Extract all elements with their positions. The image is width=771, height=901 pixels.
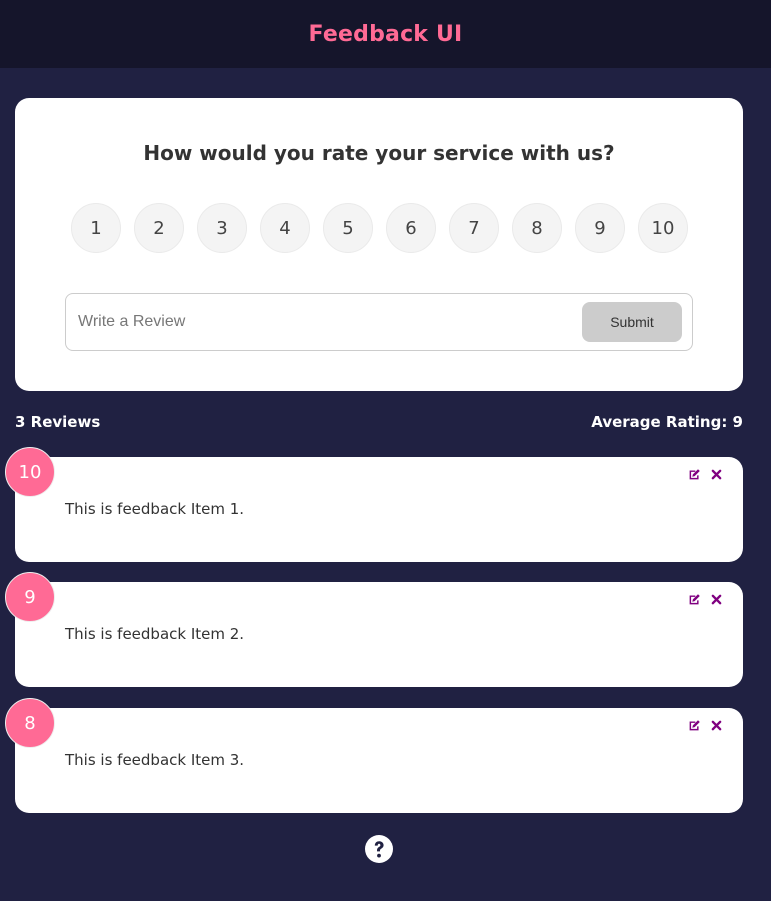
edit-icon[interactable]: [687, 592, 701, 606]
feedback-item: 9 This is feedback Item 2.: [5, 572, 743, 687]
close-icon[interactable]: [709, 718, 723, 732]
rating-option-4[interactable]: 4: [260, 203, 310, 253]
rating-question: How would you rate your service with us?: [143, 141, 615, 165]
submit-button[interactable]: Submit: [582, 302, 682, 342]
stats-row: 3 Reviews Average Rating: 9: [15, 413, 743, 431]
close-icon[interactable]: [709, 467, 723, 481]
feedback-text: This is feedback Item 3.: [65, 751, 245, 769]
rating-option-7[interactable]: 7: [449, 203, 499, 253]
rating-option-9[interactable]: 9: [575, 203, 625, 253]
rating-option-5[interactable]: 5: [323, 203, 373, 253]
edit-icon[interactable]: [687, 718, 701, 732]
close-icon[interactable]: [709, 592, 723, 606]
rating-card: How would you rate your service with us?…: [15, 98, 743, 391]
rating-options: 1 2 3 4 5 6 7 8 9 10: [71, 203, 688, 253]
rating-option-3[interactable]: 3: [197, 203, 247, 253]
review-input[interactable]: [76, 312, 582, 332]
rating-badge: 10: [5, 447, 55, 497]
question-circle-icon[interactable]: [364, 834, 394, 864]
rating-badge: 8: [5, 698, 55, 748]
rating-option-10[interactable]: 10: [638, 203, 688, 253]
item-actions: [687, 592, 723, 606]
rating-badge: 9: [5, 572, 55, 622]
item-actions: [687, 718, 723, 732]
app-title: Feedback UI: [308, 21, 463, 47]
feedback-text: This is feedback Item 1.: [65, 500, 245, 518]
average-rating: Average Rating: 9: [591, 413, 743, 431]
edit-icon[interactable]: [687, 467, 701, 481]
feedback-item: 8 This is feedback Item 3.: [5, 698, 743, 813]
rating-option-6[interactable]: 6: [386, 203, 436, 253]
rating-option-8[interactable]: 8: [512, 203, 562, 253]
feedback-item: 10 This is feedback Item 1.: [5, 447, 743, 562]
app-header: Feedback UI: [0, 0, 771, 68]
review-count: 3 Reviews: [15, 413, 101, 431]
feedback-text: This is feedback Item 2.: [65, 625, 245, 643]
rating-option-1[interactable]: 1: [71, 203, 121, 253]
rating-option-2[interactable]: 2: [134, 203, 184, 253]
item-actions: [687, 467, 723, 481]
review-input-group: Submit: [65, 293, 693, 351]
